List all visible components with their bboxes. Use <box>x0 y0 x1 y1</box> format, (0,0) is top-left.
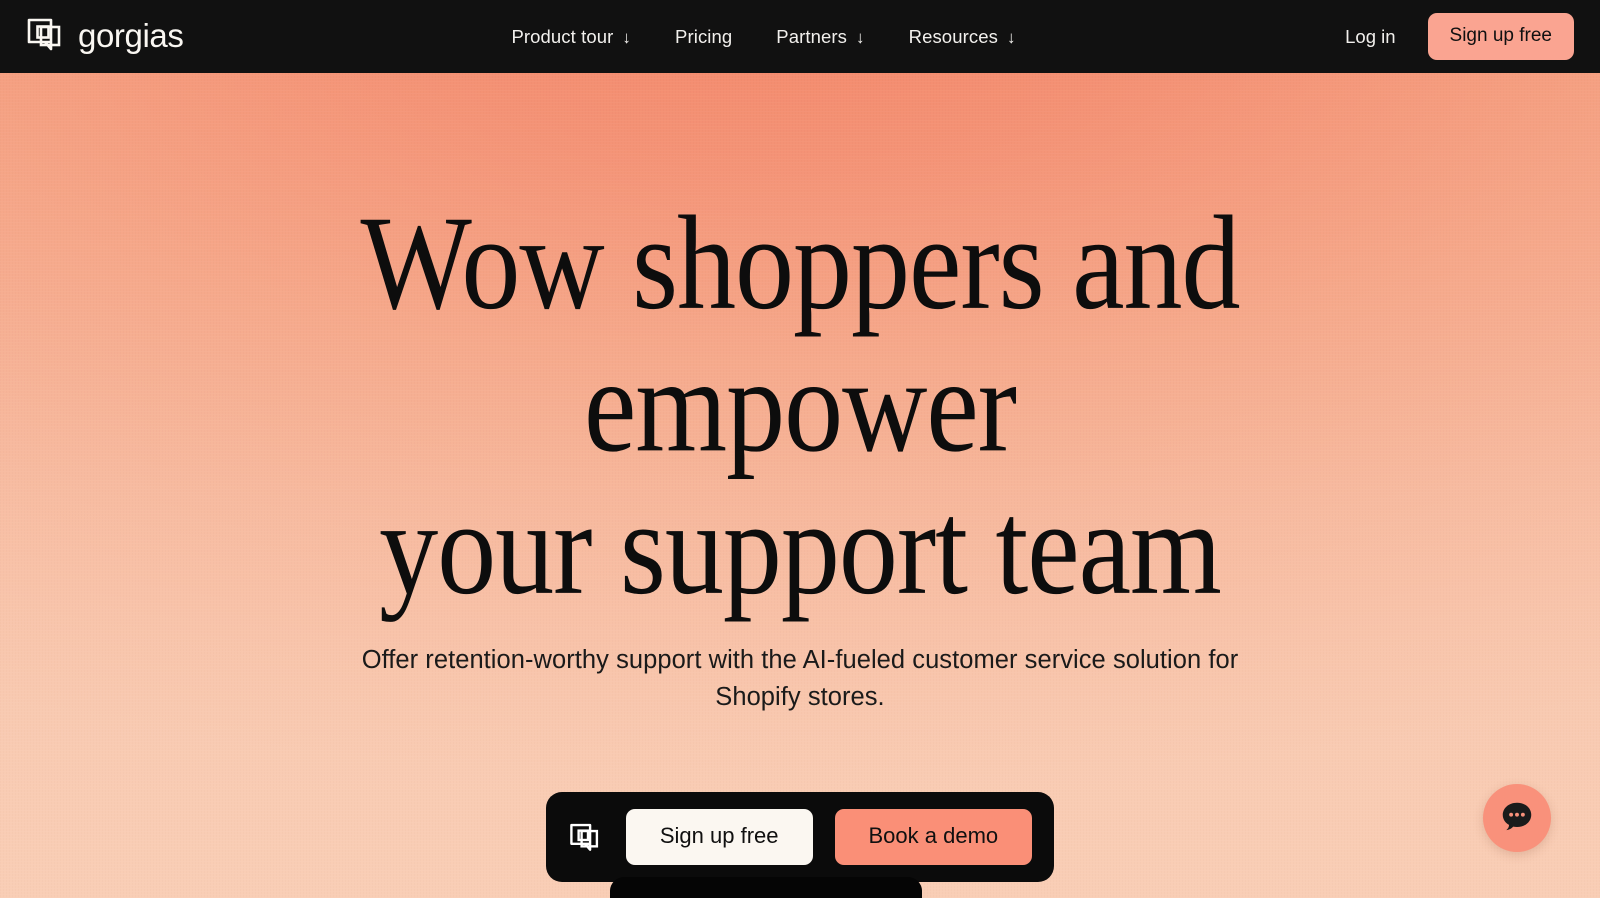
page-title: Wow shoppers and empower your support te… <box>200 73 1400 619</box>
arrow-down-icon: ↓ <box>1006 28 1016 47</box>
hero-signup-free-button[interactable]: Sign up free <box>625 809 813 866</box>
nav-item-partners-label: Partners <box>776 25 847 47</box>
gorgias-logo-icon <box>25 14 65 59</box>
login-link[interactable]: Log in <box>1345 26 1395 48</box>
hero-title-line-1: Wow shoppers and empower <box>360 188 1240 481</box>
nav-item-resources[interactable]: Resources ↓ <box>909 26 1016 48</box>
nav-item-partners[interactable]: Partners ↓ <box>776 26 864 48</box>
brand-logo-link[interactable]: gorgias <box>25 14 184 59</box>
chat-bubble-dots-icon <box>1498 797 1536 840</box>
top-navigation-bar: gorgias Product tour ↓ Pricing Partners … <box>0 0 1600 73</box>
page-root: gorgias Product tour ↓ Pricing Partners … <box>0 0 1600 898</box>
nav-item-pricing-label: Pricing <box>675 25 733 47</box>
chat-widget-button[interactable] <box>1483 784 1551 852</box>
nav-item-product-tour-label: Product tour <box>511 25 614 47</box>
hero-cta-group: Sign up free Book a demo <box>545 792 1055 883</box>
nav-item-resources-label: Resources <box>908 25 998 47</box>
arrow-down-icon: ↓ <box>856 28 865 47</box>
hero-title-line-2: your support team <box>379 473 1222 623</box>
hero-book-a-demo-button[interactable]: Book a demo <box>834 809 1033 866</box>
nav-item-pricing[interactable]: Pricing <box>675 26 732 48</box>
nav-item-product-tour[interactable]: Product tour ↓ <box>511 26 631 48</box>
hero-subtitle-line-1: Offer retention-worthy support with the … <box>361 646 1106 675</box>
gorgias-logo-icon <box>568 820 602 854</box>
signup-free-button[interactable]: Sign up free <box>1427 13 1574 60</box>
hero-cta-wrapper: Sign up free Book a demo <box>0 716 1600 883</box>
arrow-down-icon: ↓ <box>622 28 632 47</box>
hero-section: Wow shoppers and empower your support te… <box>0 73 1600 883</box>
nav-actions: Log in Sign up free <box>1345 13 1574 60</box>
hero-media-card[interactable] <box>610 877 922 898</box>
primary-nav-links: Product tour ↓ Pricing Partners ↓ Resour… <box>511 26 1015 48</box>
brand-logo-wordmark: gorgias <box>78 16 184 54</box>
